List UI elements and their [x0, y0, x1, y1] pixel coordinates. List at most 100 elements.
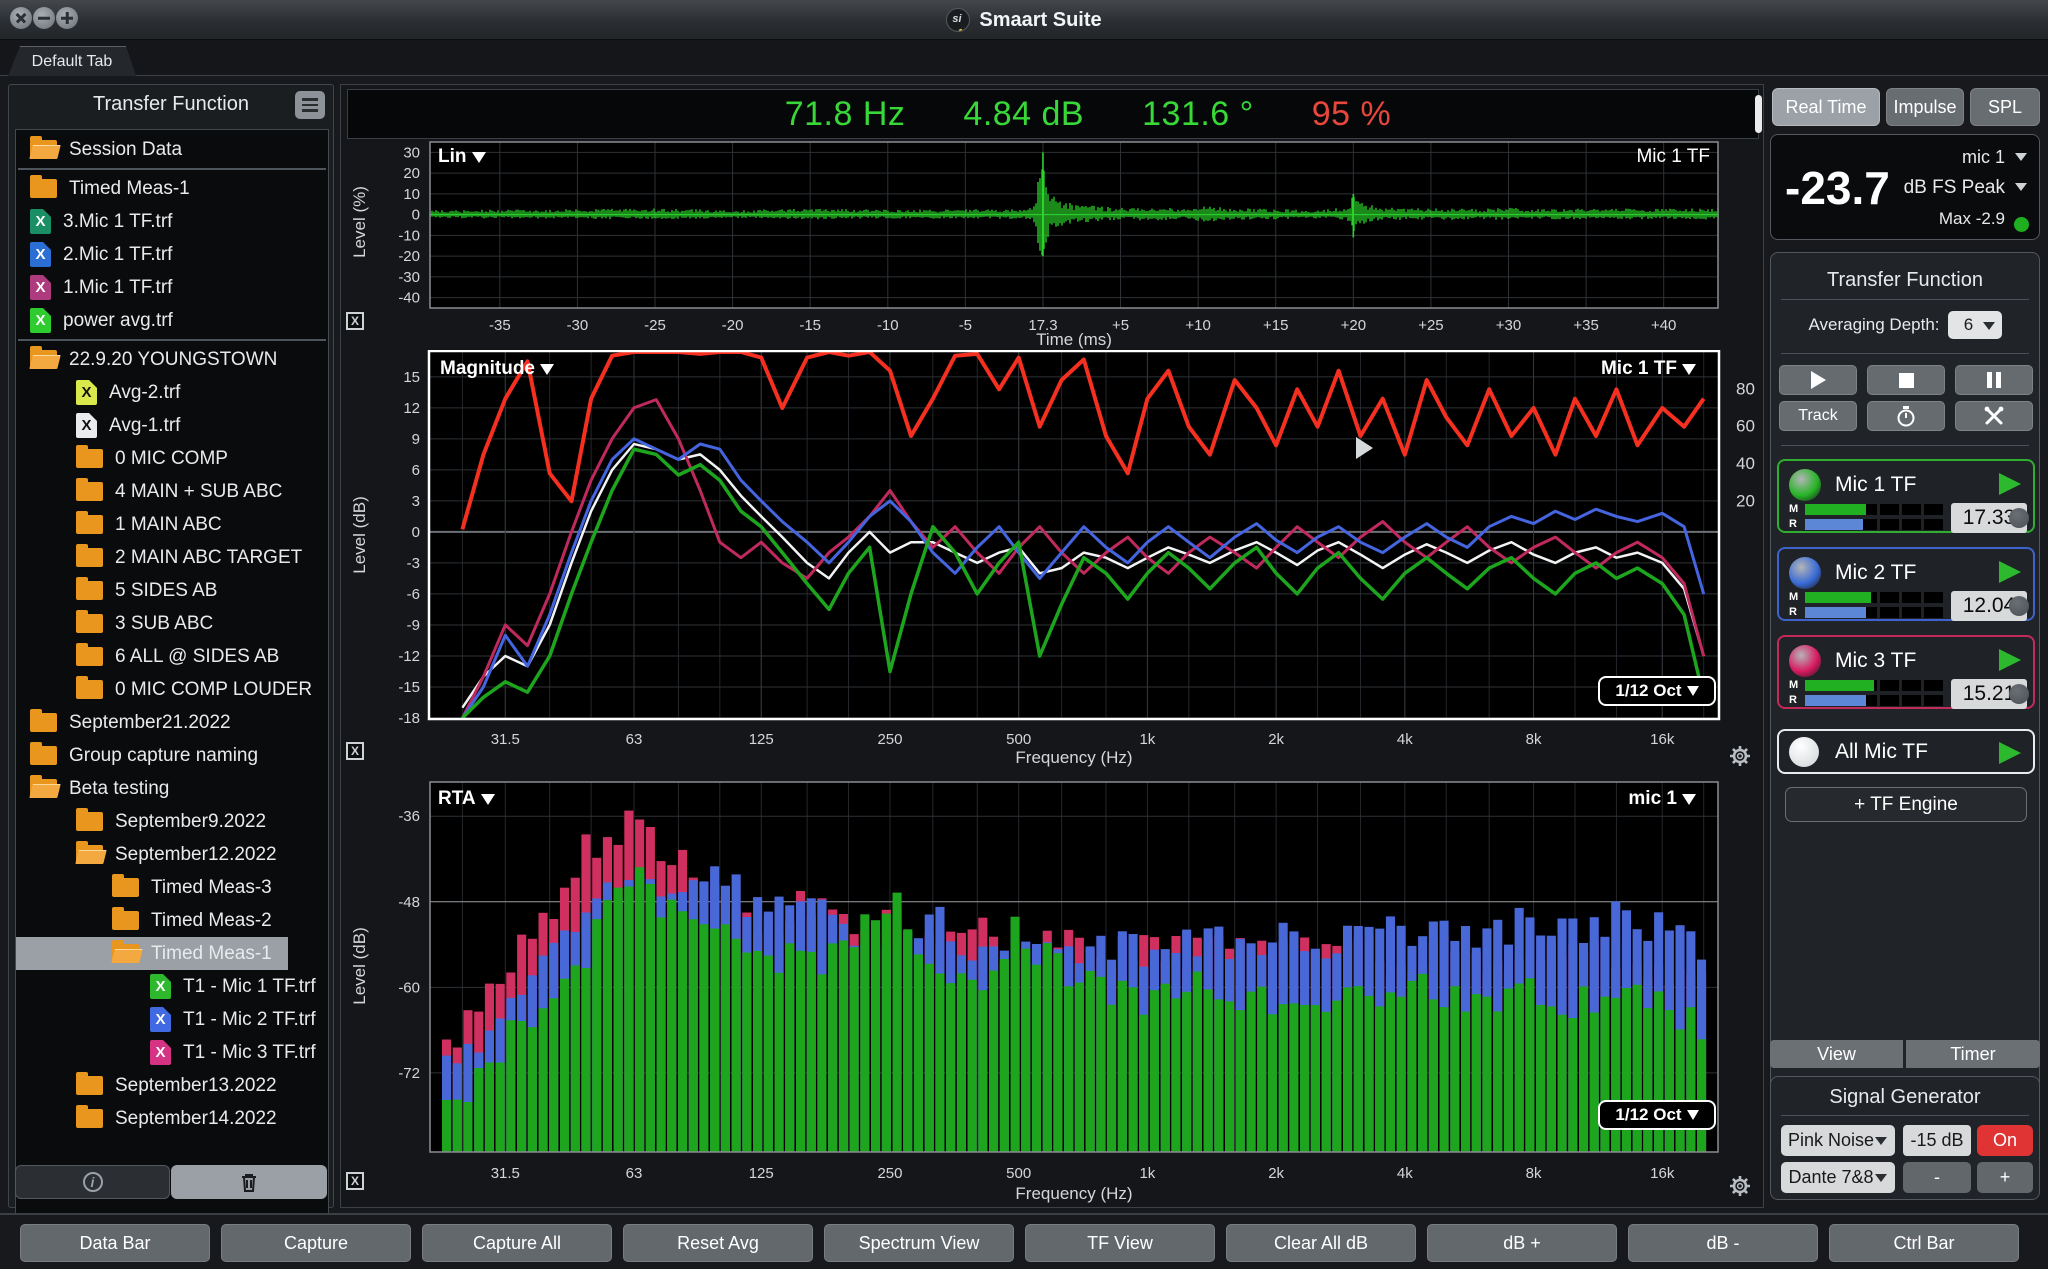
tree-item[interactable]: Xpower avg.trf [16, 304, 328, 337]
tree-item[interactable]: 22.9.20 YOUNGSTOWN [16, 343, 328, 376]
magnitude-chart[interactable]: 15129630-3-6-9-12-15-1831.5 63 125 250 500 1k… [346, 350, 1758, 762]
clear-all-db-button[interactable]: Clear All dB [1226, 1224, 1416, 1262]
mode-real-time-button[interactable]: Real Time [1772, 88, 1880, 126]
tree-item[interactable]: 4 MAIN + SUB ABC [16, 475, 328, 508]
tree-item[interactable]: X 3.Mic 1 TF.trf [16, 205, 328, 238]
tree-item[interactable]: September9.2022 [16, 805, 328, 838]
stop-button[interactable] [1867, 365, 1945, 395]
tree-item[interactable]: X Avg-1.trf [16, 409, 328, 442]
folder-icon [76, 544, 103, 567]
tree-item-label: Session Data [69, 138, 183, 160]
signal-on-button[interactable]: On [1977, 1125, 2033, 1156]
tree-item[interactable]: Beta testing [16, 772, 328, 805]
tools-button[interactable] [1955, 401, 2033, 431]
tree-item[interactable]: X 2.Mic 1 TF.trf [16, 238, 328, 271]
tree-item[interactable]: 0 MIC COMP LOUDER [16, 673, 328, 706]
spectrum-view-button[interactable]: Spectrum View [824, 1224, 1014, 1262]
tree-item[interactable]: Timed Meas-3 [16, 871, 328, 904]
magnitude-settings-gear-icon[interactable] [1728, 744, 1752, 768]
db--button[interactable]: dB + [1427, 1224, 1617, 1262]
tree-item[interactable]: September13.2022 [16, 1069, 328, 1102]
svg-text:-5: -5 [959, 317, 972, 334]
trash-button[interactable] [171, 1165, 327, 1199]
rta-chart[interactable]: -36 -48 -60 -72 31.5 63 125 250 500 1k 2k 4k 8k 16k [346, 780, 1758, 1198]
tf-view-button[interactable]: TF View [1025, 1224, 1215, 1262]
mode-spl-button[interactable]: SPL [1970, 88, 2040, 126]
tree-item[interactable]: X T1 - Mic 1 TF.trf [16, 970, 328, 1003]
file-icon: X [150, 974, 171, 999]
averaging-depth-select[interactable]: 6 [1947, 311, 2002, 339]
tab-default[interactable]: Default Tab [8, 46, 136, 76]
play-button[interactable] [1779, 365, 1857, 395]
all-mic-tf-engine[interactable]: All Mic TF [1777, 729, 2035, 774]
tree-item[interactable]: Group capture naming [16, 739, 328, 772]
signal-route-select[interactable]: Dante 7&8 [1781, 1162, 1895, 1193]
data-bar-button[interactable]: Data Bar [20, 1224, 210, 1262]
rta-settings-gear-icon[interactable] [1728, 1174, 1752, 1198]
add-tf-engine-button[interactable]: + TF Engine [1785, 787, 2027, 822]
mode-impulse-button[interactable]: Impulse [1886, 88, 1964, 126]
tree-item[interactable]: 3 SUB ABC [16, 607, 328, 640]
engine-option-button[interactable] [2009, 508, 2029, 528]
tree-item[interactable]: X 1.Mic 1 TF.trf [16, 271, 328, 304]
engine-run-icon[interactable] [1999, 473, 2021, 495]
tree-item[interactable]: 0 MIC COMP [16, 442, 328, 475]
tree-item[interactable]: Timed Meas-1 [16, 172, 328, 205]
track-button[interactable]: Track [1779, 401, 1857, 431]
capture-button[interactable]: Capture [221, 1224, 411, 1262]
rta-banding-dropdown[interactable]: 1/12 Oct [1598, 1100, 1716, 1130]
svg-text:500: 500 [1006, 1165, 1031, 1182]
plot-scrollbar[interactable] [1755, 95, 1762, 133]
engine-option-button[interactable] [2009, 684, 2029, 704]
signal-level-display[interactable]: -15 dB [1903, 1125, 1971, 1156]
engine-run-icon[interactable] [1999, 742, 2021, 764]
tree-item[interactable]: 1 MAIN ABC [16, 508, 328, 541]
tree-item[interactable]: X Avg-2.trf [16, 376, 328, 409]
magnitude-mode-dropdown[interactable]: Magnitude [440, 358, 554, 380]
rta-source-dropdown[interactable]: mic 1 [1628, 788, 1696, 810]
reset-avg-button[interactable]: Reset Avg [623, 1224, 813, 1262]
tree-item[interactable]: 5 SIDES AB [16, 574, 328, 607]
ctrl-bar-button[interactable]: Ctrl Bar [1829, 1224, 2019, 1262]
live-ir-chart[interactable]: 30 20 10 0 -10 -20 -30 -40 -35 -30 -25 -20 -15 -10 -5 1… [346, 140, 1758, 346]
tree-item[interactable]: 6 ALL @ SIDES AB [16, 640, 328, 673]
level-minus-button[interactable]: - [1903, 1162, 1971, 1193]
timer-tab-button[interactable]: Timer [1906, 1040, 2040, 1068]
tree-item[interactable]: X T1 - Mic 3 TF.trf [16, 1036, 328, 1069]
signal-type-select[interactable]: Pink Noise [1781, 1125, 1895, 1156]
pause-button[interactable] [1955, 365, 2033, 395]
level-plus-button[interactable]: + [1977, 1162, 2033, 1193]
timer-button[interactable] [1867, 401, 1945, 431]
engine-run-icon[interactable] [1999, 561, 2021, 583]
tree-item[interactable]: Timed Meas-1 [16, 937, 288, 970]
ir-mode-dropdown[interactable]: Lin [438, 146, 486, 168]
stopwatch-icon [1897, 406, 1915, 427]
rta-mode-dropdown[interactable]: RTA [438, 788, 495, 810]
magnitude-banding-dropdown[interactable]: 1/12 Oct [1598, 676, 1716, 706]
tree-item[interactable]: X T1 - Mic 2 TF.trf [16, 1003, 328, 1036]
folder-icon [30, 709, 57, 732]
tree-item[interactable]: September12.2022 [16, 838, 328, 871]
magnitude-source-dropdown[interactable]: Mic 1 TF [1601, 358, 1696, 380]
capture-all-button[interactable]: Capture All [422, 1224, 612, 1262]
meter-unit-dropdown[interactable]: dB FS Peak [1904, 177, 2005, 199]
tree-item[interactable]: Timed Meas-2 [16, 904, 328, 937]
tf-engine-card[interactable]: Mic 1 TF M R 17.33 [1777, 459, 2035, 533]
tf-engine-card[interactable]: Mic 3 TF M R 15.21 [1777, 635, 2035, 709]
info-button[interactable]: i [15, 1165, 170, 1199]
tree-item[interactable]: September21.2022 [16, 706, 328, 739]
tf-engine-card[interactable]: Mic 2 TF M R 12.04 [1777, 547, 2035, 621]
m-meter [1805, 592, 1943, 603]
file-tree: Session Data Timed Meas-1 X 3.Mic 1 TF.trf X… [15, 129, 329, 1237]
tree-item[interactable]: Session Data [16, 133, 328, 166]
tree-item[interactable]: September14.2022 [16, 1102, 328, 1135]
ir-source-label[interactable]: Mic 1 TF [1636, 146, 1710, 168]
db--button[interactable]: dB - [1628, 1224, 1818, 1262]
sidebar-menu-icon[interactable] [295, 91, 325, 119]
engine-run-icon[interactable] [1999, 649, 2021, 671]
magnitude-cursor-marker[interactable] [1356, 437, 1373, 459]
engine-option-button[interactable] [2009, 596, 2029, 616]
tree-item[interactable]: 2 MAIN ABC TARGET [16, 541, 328, 574]
view-button[interactable]: View [1770, 1040, 1903, 1068]
meter-source-dropdown[interactable]: mic 1 [1962, 147, 2005, 168]
